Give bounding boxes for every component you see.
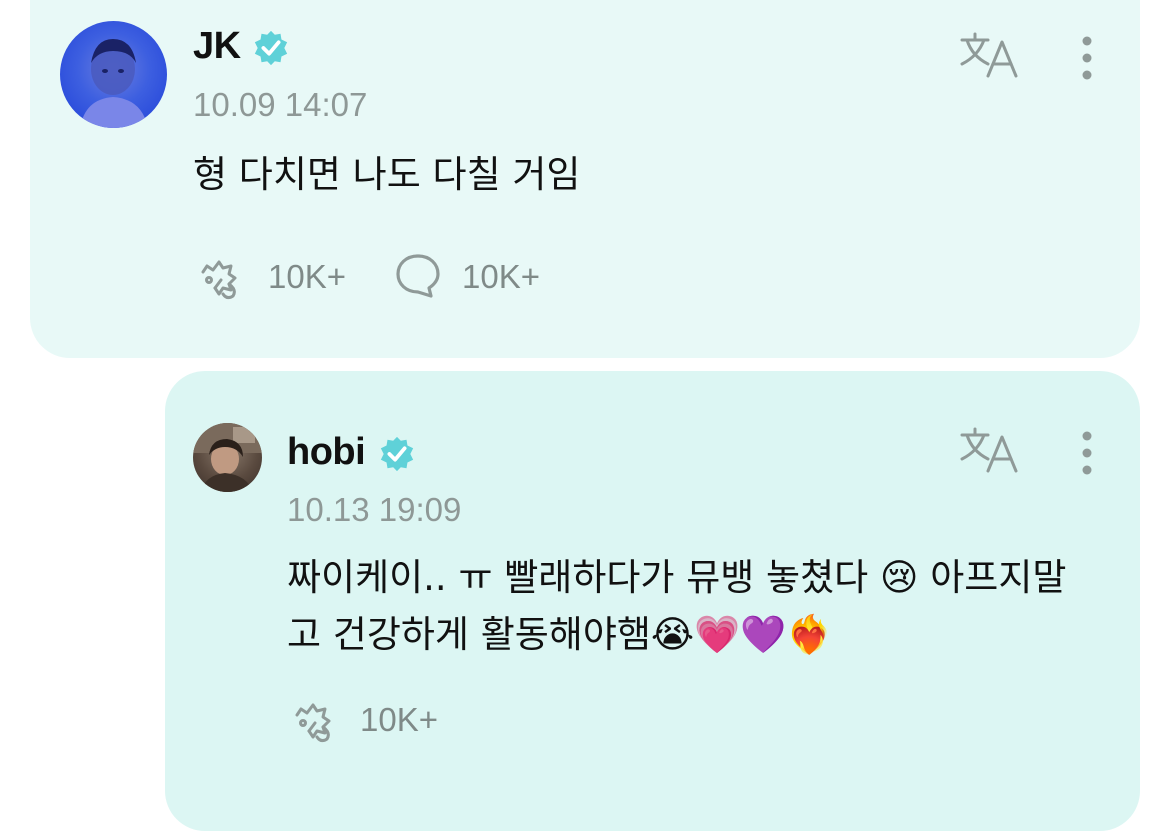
more-vertical-icon[interactable] [1072, 33, 1102, 83]
reply-text: 짜이케이.. ㅠ 빨래하다가 뮤뱅 놓쳤다 😢 아프지말고 건강하게 활동해야햄… [287, 556, 1067, 656]
post-timestamp: 10.09 14:07 [193, 86, 368, 123]
author-name[interactable]: hobi [287, 431, 366, 474]
avatar-hobi[interactable] [193, 423, 262, 492]
reaction-hand-icon[interactable] [193, 250, 245, 302]
reaction-hand-icon[interactable] [287, 693, 339, 745]
reply-timestamp: 10.13 19:09 [287, 491, 462, 528]
comment-bubble-icon[interactable] [393, 250, 443, 300]
reaction-count: 10K+ [360, 701, 438, 738]
translate-icon[interactable] [958, 30, 1020, 80]
post-text: 형 다치면 나도 다칠 거임 [193, 153, 581, 196]
avatar-jk[interactable] [60, 21, 167, 128]
avatar-hobi-image [193, 423, 262, 492]
author-name[interactable]: JK [193, 25, 241, 68]
translate-icon[interactable] [958, 425, 1020, 475]
verified-check-icon [254, 30, 288, 66]
more-vertical-icon[interactable] [1072, 428, 1102, 478]
comment-count: 10K+ [462, 258, 540, 295]
avatar-jk-image [80, 39, 148, 128]
reaction-count: 10K+ [268, 258, 346, 295]
verified-check-icon [380, 436, 414, 472]
